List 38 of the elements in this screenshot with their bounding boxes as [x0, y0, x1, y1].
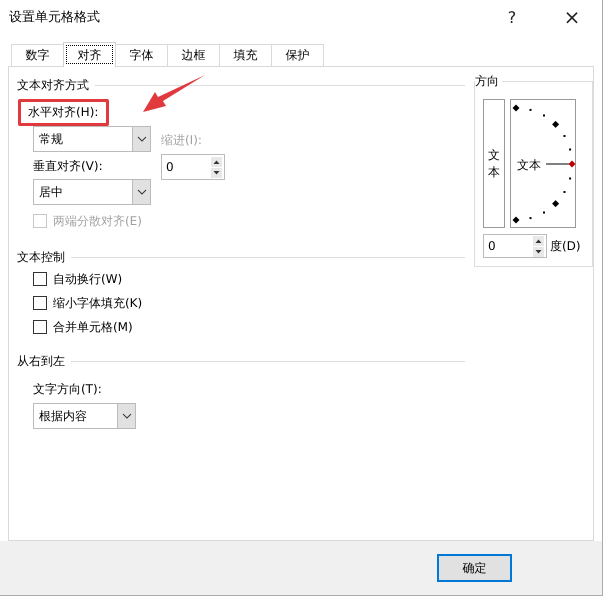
section-title: 文本对齐方式: [17, 76, 89, 94]
chevron-down-icon: [122, 413, 132, 419]
degrees-label: 度(D): [550, 238, 581, 254]
checkbox[interactable]: [33, 296, 47, 310]
section-title: 文本控制: [17, 248, 65, 266]
vertical-text-button[interactable]: 文本: [483, 99, 505, 228]
checkbox[interactable]: [33, 320, 47, 334]
tab[interactable]: 字体: [115, 44, 168, 66]
help-button[interactable]: ?: [482, 2, 542, 32]
window-title: 设置单元格格式: [9, 9, 100, 26]
checkbox[interactable]: [33, 272, 47, 286]
tab[interactable]: 数字: [11, 44, 64, 66]
checkbox-label: 两端分散对齐(E): [53, 212, 142, 230]
degrees-spinner[interactable]: 0: [483, 234, 547, 258]
chevron-down-icon: [136, 136, 146, 142]
checkbox-label: 合并单元格(M): [53, 318, 133, 336]
horizontal-alignment-label: 水平对齐(H):: [18, 99, 110, 126]
close-button[interactable]: ×: [542, 2, 602, 32]
annotation-arrow: [141, 73, 207, 115]
checkbox-label: 缩小字体填充(K): [53, 294, 142, 312]
ok-button[interactable]: 确定: [437, 554, 512, 582]
spin-up-icon[interactable]: [533, 236, 544, 246]
horizontal-alignment-dropdown[interactable]: 常规: [33, 126, 151, 152]
vertical-alignment-label: 垂直对齐(V):: [33, 158, 103, 175]
spin-up-icon[interactable]: [211, 156, 222, 166]
spin-down-icon[interactable]: [211, 168, 222, 178]
vertical-alignment-dropdown[interactable]: 居中: [33, 179, 151, 205]
tab[interactable]: 对齐: [63, 42, 116, 67]
tab[interactable]: 保护: [271, 44, 324, 66]
text-direction-dropdown[interactable]: 根据内容: [33, 403, 136, 429]
chevron-down-icon: [136, 189, 146, 195]
section-title: 从右到左: [17, 352, 65, 370]
text-direction-label: 文字方向(T):: [33, 381, 102, 398]
checkbox-label: 自动换行(W): [53, 270, 122, 288]
indent-label: 缩进(I):: [161, 132, 202, 149]
orientation-dial[interactable]: 文本: [510, 99, 576, 228]
spin-down-icon[interactable]: [533, 246, 544, 256]
dial-text: 文本: [517, 158, 541, 172]
